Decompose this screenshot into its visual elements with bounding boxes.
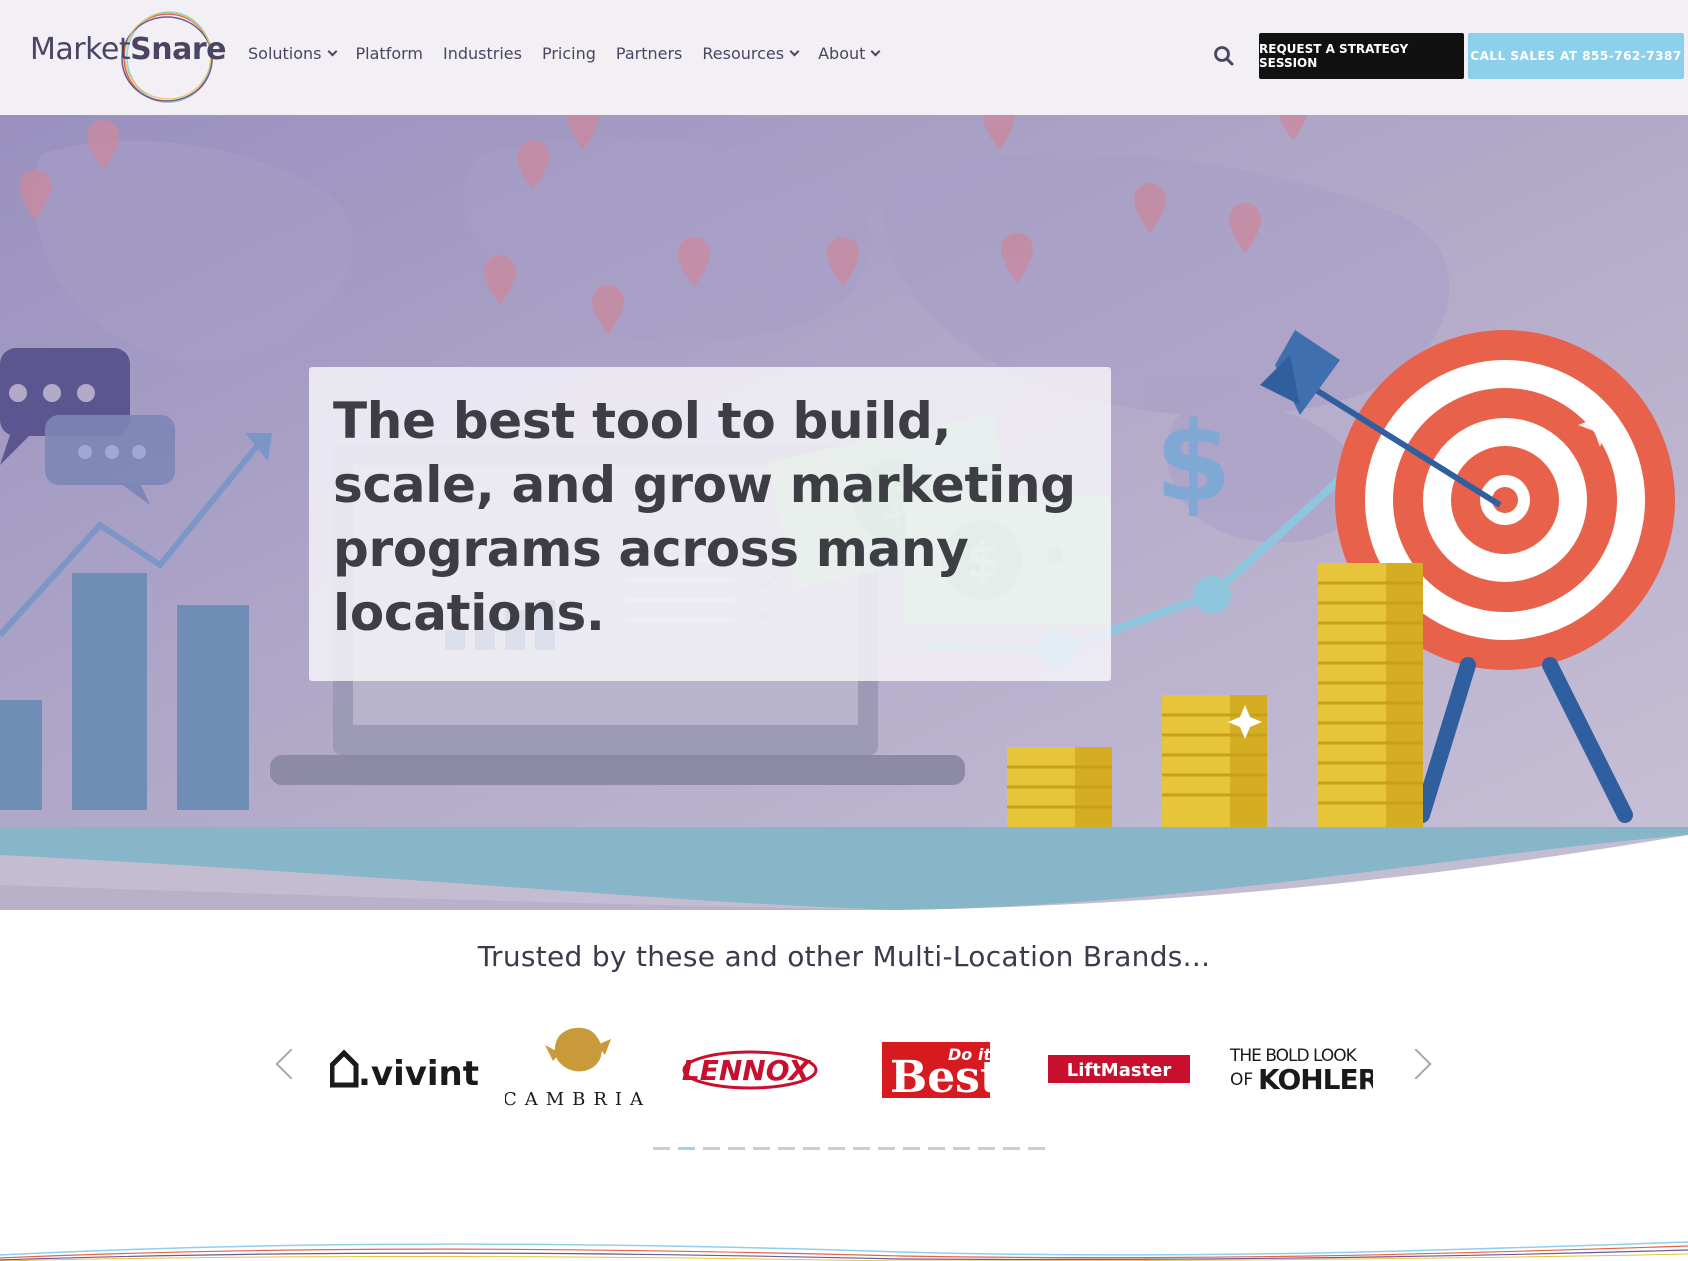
carousel-next-arrow-icon[interactable] [1400, 1048, 1432, 1080]
carousel-dot[interactable] [828, 1147, 845, 1150]
vivint-text: .vivint [358, 1054, 479, 1094]
kohler-text: KOHLER [1258, 1063, 1373, 1096]
decorative-wave-lines [0, 1241, 1688, 1261]
brand-logo-vivint: .vivint [330, 1025, 480, 1115]
chevron-down-icon [870, 46, 881, 57]
carousel-dot[interactable] [928, 1147, 945, 1150]
carousel-dot[interactable] [903, 1147, 920, 1150]
hero-section: $ $ $ [0, 115, 1688, 910]
nav-industries[interactable]: Industries [443, 44, 522, 63]
carousel-dot[interactable] [878, 1147, 895, 1150]
trusted-brands-title: Trusted by these and other Multi-Locatio… [477, 940, 1211, 973]
carousel-prev-arrow-icon[interactable] [275, 1048, 307, 1080]
marketsnare-logo[interactable]: MarketSnare [30, 10, 226, 105]
brand-logo-liftmaster: LiftMaster [1048, 1025, 1190, 1115]
brand-carousel: .vivint CAMBRIA LENNOX Do it Best LiftMa… [270, 1025, 1432, 1145]
brand-logo-kohler: THE BOLD LOOK OF KOHLER [1228, 1025, 1373, 1115]
carousel-pagination [653, 1147, 1045, 1150]
brand-logo-do-it-best: Do it Best [882, 1025, 992, 1115]
chevron-down-icon [327, 46, 337, 57]
carousel-dot[interactable] [703, 1147, 720, 1150]
request-strategy-session-button[interactable]: REQUEST A STRATEGY SESSION [1259, 33, 1464, 79]
carousel-dot[interactable] [728, 1147, 745, 1150]
hero-headline: The best tool to build, scale, and grow … [333, 392, 1076, 642]
brand-logo-lennox: LENNOX [680, 1025, 820, 1115]
brand-logo-cambria: CAMBRIA [505, 1025, 650, 1115]
nav-partners[interactable]: Partners [616, 44, 682, 63]
carousel-dot[interactable] [1028, 1147, 1045, 1150]
carousel-dot[interactable] [978, 1147, 995, 1150]
carousel-dot[interactable] [753, 1147, 770, 1150]
logo-text: MarketSnare [30, 32, 226, 67]
main-nav: Solutions Platform Industries Pricing Pa… [248, 44, 899, 63]
chevron-down-icon [789, 46, 800, 57]
carousel-dot[interactable] [853, 1147, 870, 1150]
search-icon[interactable] [1212, 44, 1236, 68]
carousel-dot[interactable] [803, 1147, 820, 1150]
nav-solutions[interactable]: Solutions [248, 44, 337, 63]
cambria-text: CAMBRIA [505, 1089, 650, 1110]
carousel-dot[interactable] [778, 1147, 795, 1150]
carousel-dot[interactable] [1003, 1147, 1020, 1150]
of-text: OF [1230, 1070, 1253, 1090]
best-text: Best [890, 1052, 992, 1100]
carousel-dot[interactable] [953, 1147, 970, 1150]
carousel-dot[interactable] [678, 1147, 695, 1150]
lennox-text: LENNOX [682, 1054, 812, 1087]
nav-pricing[interactable]: Pricing [542, 44, 596, 63]
carousel-dot[interactable] [653, 1147, 670, 1150]
nav-platform[interactable]: Platform [356, 44, 423, 63]
site-header: MarketSnare Solutions Platform Industrie… [0, 0, 1688, 115]
svg-text:$: $ [1155, 398, 1232, 526]
nav-about[interactable]: About [818, 44, 881, 63]
nav-resources[interactable]: Resources [702, 44, 800, 63]
hero-headline-box: The best tool to build, scale, and grow … [309, 367, 1111, 681]
call-sales-button[interactable]: CALL SALES AT 855-762-7387 [1468, 33, 1684, 79]
liftmaster-text: LiftMaster [1067, 1060, 1172, 1081]
